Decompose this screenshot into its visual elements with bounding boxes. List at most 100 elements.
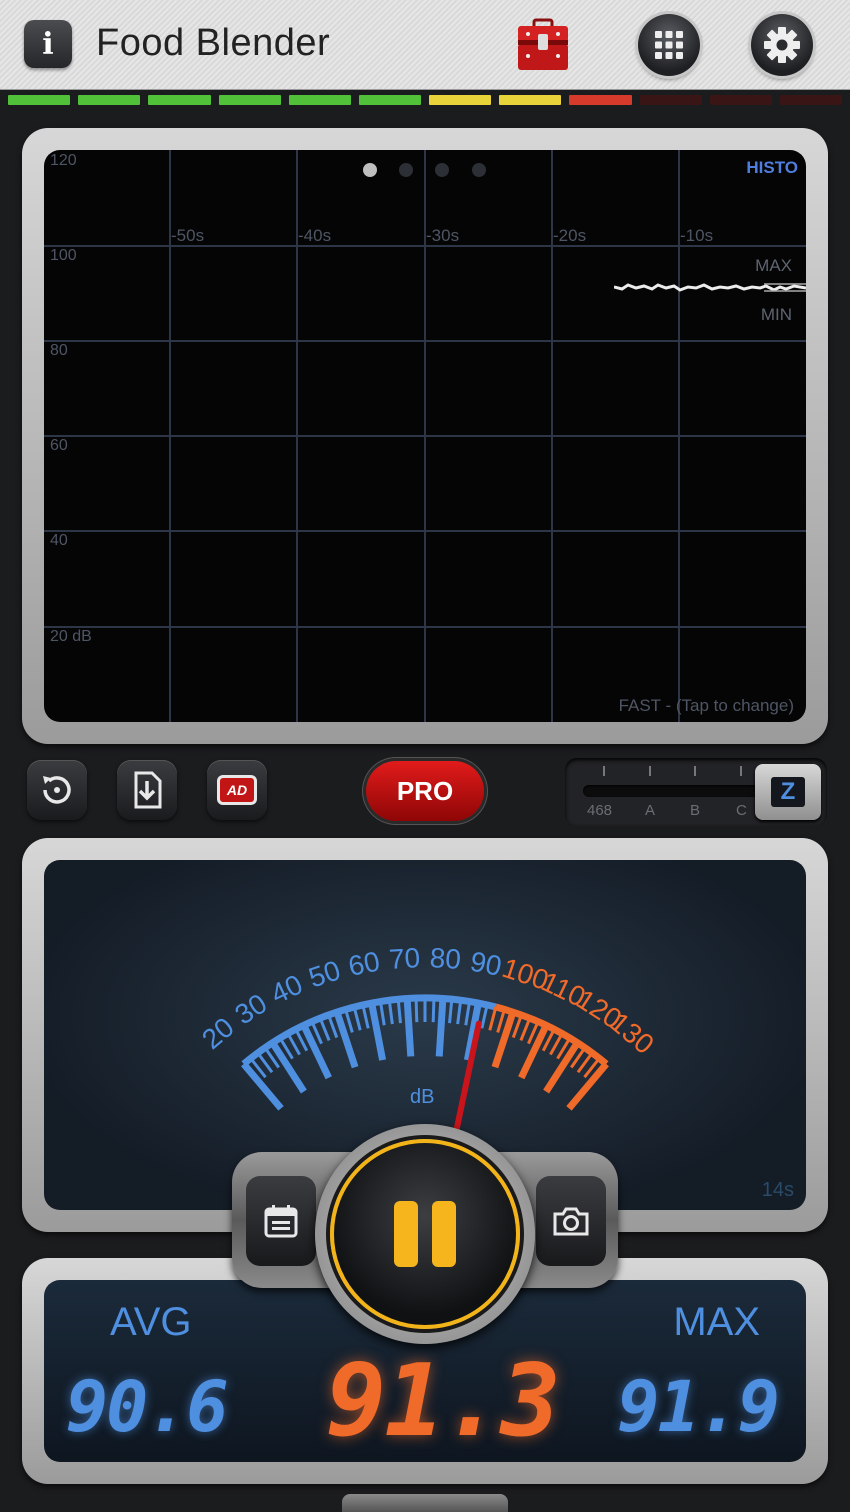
y-axis-label: 60	[50, 437, 68, 454]
level-segment	[429, 95, 492, 105]
header-bar: i Food Blender	[0, 0, 850, 90]
reset-icon	[43, 776, 71, 804]
level-segment	[499, 95, 562, 105]
weight-option-c[interactable]: C	[736, 802, 747, 819]
page-dot[interactable]	[435, 163, 449, 177]
x-axis-label: -30s	[426, 226, 460, 245]
meter-tick	[414, 998, 419, 1023]
max-value: 91.9	[617, 1366, 780, 1448]
weighting-slider[interactable]: 468 A B C Z	[565, 758, 827, 826]
meter-unit-label: dB	[410, 1086, 435, 1108]
x-axis-label: -50s	[171, 226, 205, 245]
page-dot[interactable]	[472, 163, 486, 177]
settings-button[interactable]	[751, 14, 813, 76]
meter-tick	[480, 1004, 489, 1029]
slider-tick	[740, 766, 742, 776]
meter-tick	[464, 1001, 472, 1026]
meter-tick	[241, 1061, 284, 1111]
ad-label: AD	[226, 782, 248, 798]
meter-tick	[448, 999, 454, 1024]
x-axis-label: -40s	[298, 226, 332, 245]
snapshot-button[interactable]	[536, 1176, 606, 1266]
pro-button[interactable]: PRO	[366, 761, 484, 821]
calendar-icon	[264, 1205, 298, 1238]
meter-scale-label: 40	[266, 968, 307, 1009]
level-segment	[709, 95, 772, 105]
info-icon: i	[42, 26, 54, 62]
y-axis-label: 20 dB	[50, 628, 92, 645]
response-speed-toggle[interactable]: FAST - (Tap to change)	[619, 696, 794, 716]
histo-mode-button[interactable]: HISTO	[746, 158, 798, 178]
avg-label: AVG	[110, 1300, 192, 1344]
drawer-handle[interactable]	[342, 1494, 508, 1512]
y-axis-label: 40	[50, 532, 68, 549]
slider-thumb[interactable]: Z	[755, 764, 821, 820]
page-title: Food Blender	[96, 22, 331, 64]
weight-selected: Z	[780, 778, 796, 805]
meter-tick	[333, 1010, 359, 1069]
ad-button[interactable]: AD	[207, 760, 267, 820]
meter-tick	[344, 1009, 354, 1033]
level-segment	[148, 95, 211, 105]
weight-option-a[interactable]: A	[645, 802, 655, 819]
y-axis-label: 120	[50, 152, 77, 169]
pause-button[interactable]	[330, 1139, 520, 1329]
slider-tick	[649, 766, 651, 776]
meter-scale-label: 30	[229, 988, 272, 1031]
camera-icon	[553, 1207, 589, 1236]
app-grid-icon	[655, 31, 683, 59]
level-segment	[639, 95, 702, 105]
reset-button[interactable]	[27, 760, 87, 820]
weight-option-b[interactable]: B	[690, 802, 700, 819]
meter-tick	[361, 1004, 370, 1029]
level-segment	[78, 95, 141, 105]
meter-scale-label: 90	[468, 946, 504, 982]
x-axis-label: -10s	[680, 226, 714, 245]
download-document-icon	[134, 771, 162, 809]
level-segment	[8, 95, 71, 105]
meter-scale-label: 50	[305, 954, 344, 993]
meter-scale-label: 20	[196, 1011, 240, 1055]
log-button[interactable]	[246, 1176, 316, 1266]
slider-tick	[603, 766, 605, 776]
elapsed-time: 14s	[761, 1179, 794, 1201]
meter-tick	[403, 998, 415, 1057]
slider-thumb-face: Z	[771, 777, 805, 807]
meter-scale-label: 80	[429, 942, 462, 975]
level-segment	[288, 95, 351, 105]
history-graph[interactable]: 120 100 80 60 40 20 dB -50s -40s -30s -2…	[44, 150, 806, 722]
meter-tick	[566, 1061, 609, 1111]
meter-tick	[387, 1000, 394, 1025]
x-axis-label: -20s	[553, 226, 587, 245]
meter-tick	[431, 998, 436, 1023]
meter-tick	[496, 1009, 506, 1033]
current-value: 91.3	[326, 1342, 561, 1459]
info-button[interactable]: i	[24, 20, 72, 68]
meter-tick	[352, 1006, 362, 1031]
meter-scale-label: 60	[346, 946, 382, 982]
toolbox-button[interactable]	[514, 16, 572, 74]
max-label: MAX	[673, 1300, 760, 1344]
page-dot-active[interactable]	[363, 163, 377, 177]
page-dot[interactable]	[399, 163, 413, 177]
level-trace	[614, 283, 806, 292]
gear-icon	[764, 27, 800, 63]
tv-ad-icon: AD	[217, 775, 257, 805]
level-segment	[358, 95, 422, 105]
weight-option-468[interactable]: 468	[587, 802, 612, 819]
y-axis-label: 80	[50, 342, 68, 359]
meter-tick	[318, 1017, 331, 1042]
min-label: MIN	[760, 305, 792, 324]
max-label: MAX	[755, 256, 792, 275]
pause-icon	[394, 1201, 456, 1267]
meter-tick	[519, 1017, 532, 1042]
avg-value: 90.6	[66, 1366, 229, 1448]
slider-track	[583, 785, 783, 797]
export-button[interactable]	[117, 760, 177, 820]
apps-button[interactable]	[638, 14, 700, 76]
level-segment	[218, 95, 281, 105]
y-axis-label: 100	[50, 247, 77, 264]
level-segment	[779, 95, 843, 105]
level-bar	[8, 95, 843, 105]
meter-tick	[456, 1000, 463, 1025]
